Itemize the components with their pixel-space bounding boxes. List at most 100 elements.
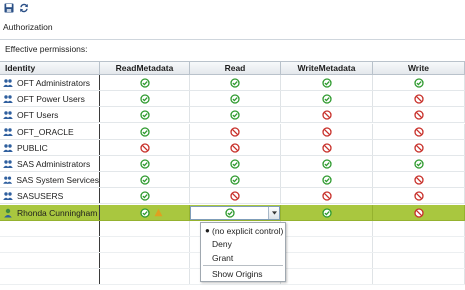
menu-item[interactable]: Deny xyxy=(201,237,285,250)
grant-icon xyxy=(230,93,240,104)
table-row[interactable]: SASUSERS xyxy=(0,188,465,204)
group-icon xyxy=(3,78,13,87)
permission-cell-writemetadata[interactable] xyxy=(281,107,373,122)
permission-combo[interactable] xyxy=(190,205,280,220)
identity-name: PUBLIC xyxy=(17,142,48,153)
permission-cell-readmetadata[interactable] xyxy=(100,140,190,155)
menu-item-label: Deny xyxy=(212,238,232,249)
grant-icon xyxy=(413,158,424,169)
permission-cell-write[interactable] xyxy=(373,91,465,106)
table-row[interactable]: OFT Power Users xyxy=(0,91,465,107)
permission-cell-read[interactable] xyxy=(190,107,281,122)
identity-cell[interactable]: Rhonda Cunningham xyxy=(0,205,100,220)
dropdown-button[interactable] xyxy=(268,206,279,219)
deny-icon xyxy=(321,109,332,120)
table-row[interactable]: SAS Administrators xyxy=(0,156,465,172)
refresh-button[interactable] xyxy=(18,2,29,13)
table-row[interactable]: OFT_ORACLE xyxy=(0,124,465,140)
column-header-write[interactable]: Write xyxy=(373,62,465,74)
menu-item-label: (no explicit control) xyxy=(212,225,284,236)
menu-item[interactable]: Show Origins xyxy=(201,267,285,280)
permission-cell-readmetadata[interactable] xyxy=(100,91,190,106)
user-icon xyxy=(4,208,12,217)
column-header-readmetadata[interactable]: ReadMetadata xyxy=(100,62,190,74)
column-header-read[interactable]: Read xyxy=(190,62,281,74)
permission-dropdown-menu: ● (no explicit control) Deny Grant Show Orig… xyxy=(200,222,286,282)
menu-item[interactable]: Grant xyxy=(201,251,285,264)
deny-icon xyxy=(230,190,240,201)
column-header-writemetadata[interactable]: WriteMetadata xyxy=(281,62,373,74)
permission-cell-writemetadata[interactable] xyxy=(281,156,373,171)
grant-icon xyxy=(230,109,240,120)
identity-cell[interactable]: PUBLIC xyxy=(0,140,100,155)
grant-icon xyxy=(139,93,150,104)
deny-icon xyxy=(230,126,240,137)
grant-icon xyxy=(139,207,150,218)
identity-name: OFT_ORACLE xyxy=(17,126,74,137)
menu-item-label: Grant xyxy=(212,252,234,263)
permission-cell-write[interactable] xyxy=(373,75,465,90)
table-row[interactable]: OFT Users xyxy=(0,107,465,123)
table-row[interactable]: PUBLIC xyxy=(0,140,465,156)
table-row[interactable]: SAS System Services xyxy=(0,172,465,188)
permission-cell-read[interactable] xyxy=(190,188,281,203)
save-button[interactable] xyxy=(3,2,14,13)
deny-icon xyxy=(413,174,424,185)
permission-cell-readmetadata[interactable] xyxy=(100,188,190,203)
deny-icon xyxy=(413,93,424,104)
permission-cell-write[interactable] xyxy=(373,140,465,155)
effective-permissions-label: Effective permissions: xyxy=(5,44,88,54)
permission-cell-write[interactable] xyxy=(373,205,465,220)
grant-icon xyxy=(413,77,424,88)
menu-item[interactable]: ● (no explicit control) xyxy=(201,224,285,237)
permission-cell-writemetadata[interactable] xyxy=(281,91,373,106)
permission-cell-readmetadata[interactable] xyxy=(100,124,190,139)
identity-cell[interactable]: OFT Power Users xyxy=(0,91,100,106)
section-divider xyxy=(0,39,465,40)
group-icon xyxy=(3,159,13,168)
permission-cell-writemetadata[interactable] xyxy=(281,172,373,187)
identity-cell[interactable]: OFT Users xyxy=(0,107,100,122)
table-row[interactable]: Rhonda Cunningham xyxy=(0,205,465,221)
grant-icon xyxy=(224,207,235,218)
column-header-identity[interactable]: Identity xyxy=(0,62,100,74)
permission-cell-read[interactable] xyxy=(190,75,281,90)
permission-cell-write[interactable] xyxy=(373,172,465,187)
permission-cell-read[interactable] xyxy=(190,172,281,187)
identity-name: OFT Administrators xyxy=(17,77,91,88)
permission-cell-writemetadata[interactable] xyxy=(281,124,373,139)
deny-icon xyxy=(230,142,240,153)
permission-cell-read[interactable] xyxy=(190,140,281,155)
permission-cell-readmetadata[interactable] xyxy=(100,172,190,187)
permission-cell-write[interactable] xyxy=(373,188,465,203)
permission-cell-readmetadata[interactable] xyxy=(100,156,190,171)
permission-cell-write[interactable] xyxy=(373,124,465,139)
identity-cell[interactable]: SAS System Services xyxy=(0,172,100,187)
identity-cell[interactable]: OFT Administrators xyxy=(0,75,100,90)
table-row[interactable]: OFT Administrators xyxy=(0,75,465,91)
permission-cell-writemetadata[interactable] xyxy=(281,140,373,155)
permission-cell-read[interactable] xyxy=(190,124,281,139)
deny-icon xyxy=(413,190,424,201)
permission-cell-readmetadata[interactable] xyxy=(100,75,190,90)
permission-cell-write[interactable] xyxy=(373,107,465,122)
permission-cell-writemetadata[interactable] xyxy=(281,188,373,203)
identity-name: SASUSERS xyxy=(17,190,64,201)
identity-cell[interactable]: OFT_ORACLE xyxy=(0,124,100,139)
group-icon xyxy=(3,191,13,200)
identity-cell[interactable]: SAS Administrators xyxy=(0,156,100,171)
grant-icon xyxy=(321,158,332,169)
identity-cell[interactable]: SASUSERS xyxy=(0,188,100,203)
permission-cell-read[interactable] xyxy=(190,91,281,106)
permission-cell-writemetadata[interactable] xyxy=(281,205,373,220)
permission-cell-readmetadata[interactable] xyxy=(100,205,190,220)
toolbar xyxy=(0,0,465,15)
grant-icon xyxy=(230,158,240,169)
permission-cell-write[interactable] xyxy=(373,156,465,171)
identity-name: SAS System Services xyxy=(16,174,99,185)
group-icon xyxy=(3,127,13,136)
permission-cell-read[interactable] xyxy=(190,205,281,220)
permission-cell-readmetadata[interactable] xyxy=(100,107,190,122)
permission-cell-read[interactable] xyxy=(190,156,281,171)
permission-cell-writemetadata[interactable] xyxy=(281,75,373,90)
